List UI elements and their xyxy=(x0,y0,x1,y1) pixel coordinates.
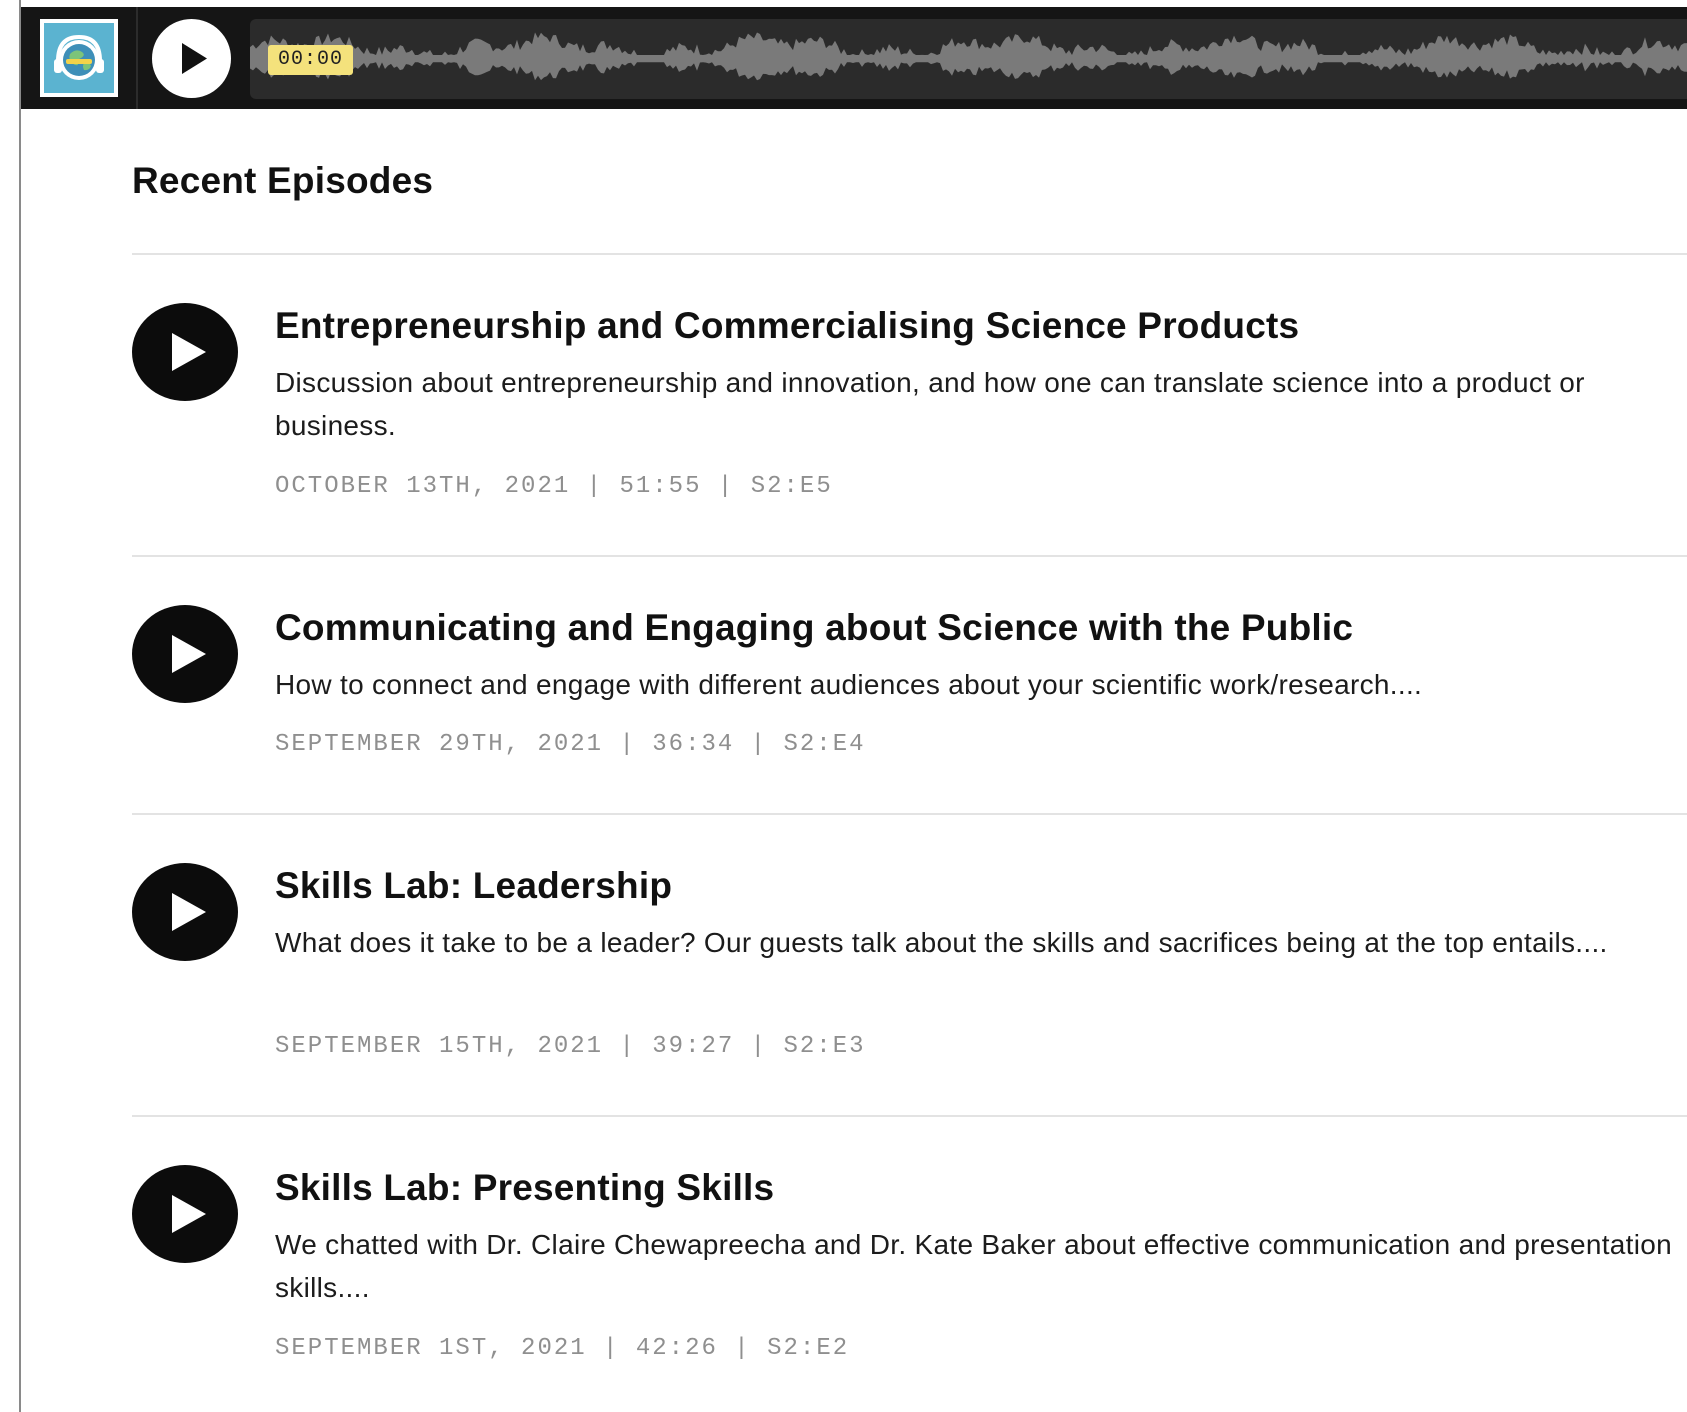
episode-description: What does it take to be a leader? Our gu… xyxy=(275,927,1608,958)
episode-title[interactable]: Skills Lab: Presenting Skills xyxy=(275,1167,774,1209)
play-icon xyxy=(172,1195,206,1233)
episode-duration: 51:55 xyxy=(619,473,702,500)
audio-waveform-scrubber[interactable]: 00:00 xyxy=(250,19,1687,99)
divider xyxy=(132,555,1687,557)
divider xyxy=(132,1115,1687,1117)
page-left-border xyxy=(19,0,21,1412)
episode-description: Discussion about entrepreneurship and in… xyxy=(275,367,1585,441)
episode-date: SEPTEMBER 29TH, 2021 xyxy=(275,731,604,758)
episode-date: SEPTEMBER 1ST, 2021 xyxy=(275,1335,587,1362)
episode-description: We chatted with Dr. Claire Chewapreecha … xyxy=(275,1229,1673,1303)
audio-player-bar: 00:00 xyxy=(21,7,1687,109)
divider xyxy=(132,253,1687,255)
player-play-button[interactable] xyxy=(152,19,231,98)
episode-duration: 42:26 xyxy=(635,1335,718,1362)
episode-description: How to connect and engage with different… xyxy=(275,669,1423,700)
episode-play-button[interactable] xyxy=(132,863,238,961)
current-time-badge: 00:00 xyxy=(268,45,354,75)
divider xyxy=(132,813,1687,815)
globe-headphones-icon xyxy=(44,23,114,93)
episode-duration: 36:34 xyxy=(652,731,735,758)
play-icon xyxy=(172,893,206,931)
episode-meta: SEPTEMBER 15TH, 2021 | 39:27 | S2:E3 xyxy=(275,1033,866,1060)
episode-number: S2:E5 xyxy=(750,473,833,500)
episode-number: S2:E4 xyxy=(783,731,866,758)
episode-play-button[interactable] xyxy=(132,1165,238,1263)
episode-title[interactable]: Communicating and Engaging about Science… xyxy=(275,607,1353,649)
episode-meta: SEPTEMBER 1ST, 2021 | 42:26 | S2:E2 xyxy=(275,1335,850,1362)
episode-meta: SEPTEMBER 29TH, 2021 | 36:34 | S2:E4 xyxy=(275,731,866,758)
episode-title[interactable]: Entrepreneurship and Commercialising Sci… xyxy=(275,305,1299,347)
episode-duration: 39:27 xyxy=(652,1033,735,1060)
play-icon xyxy=(172,635,206,673)
waveform-graphic xyxy=(250,32,1687,81)
waveform-shape xyxy=(250,32,1687,81)
episode-meta: OCTOBER 13TH, 2021 | 51:55 | S2:E5 xyxy=(275,473,833,500)
section-title: Recent Episodes xyxy=(132,160,434,201)
player-divider xyxy=(136,7,138,109)
episode-date: SEPTEMBER 15TH, 2021 xyxy=(275,1033,604,1060)
episode-play-button[interactable] xyxy=(132,605,238,703)
episode-play-button[interactable] xyxy=(132,303,238,401)
play-icon xyxy=(172,333,206,371)
play-icon xyxy=(182,43,207,74)
episode-number: S2:E2 xyxy=(767,1335,850,1362)
episode-title[interactable]: Skills Lab: Leadership xyxy=(275,865,672,907)
episode-date: OCTOBER 13TH, 2021 xyxy=(275,473,571,500)
podcast-cover-art xyxy=(40,19,118,97)
episode-number: S2:E3 xyxy=(783,1033,866,1060)
